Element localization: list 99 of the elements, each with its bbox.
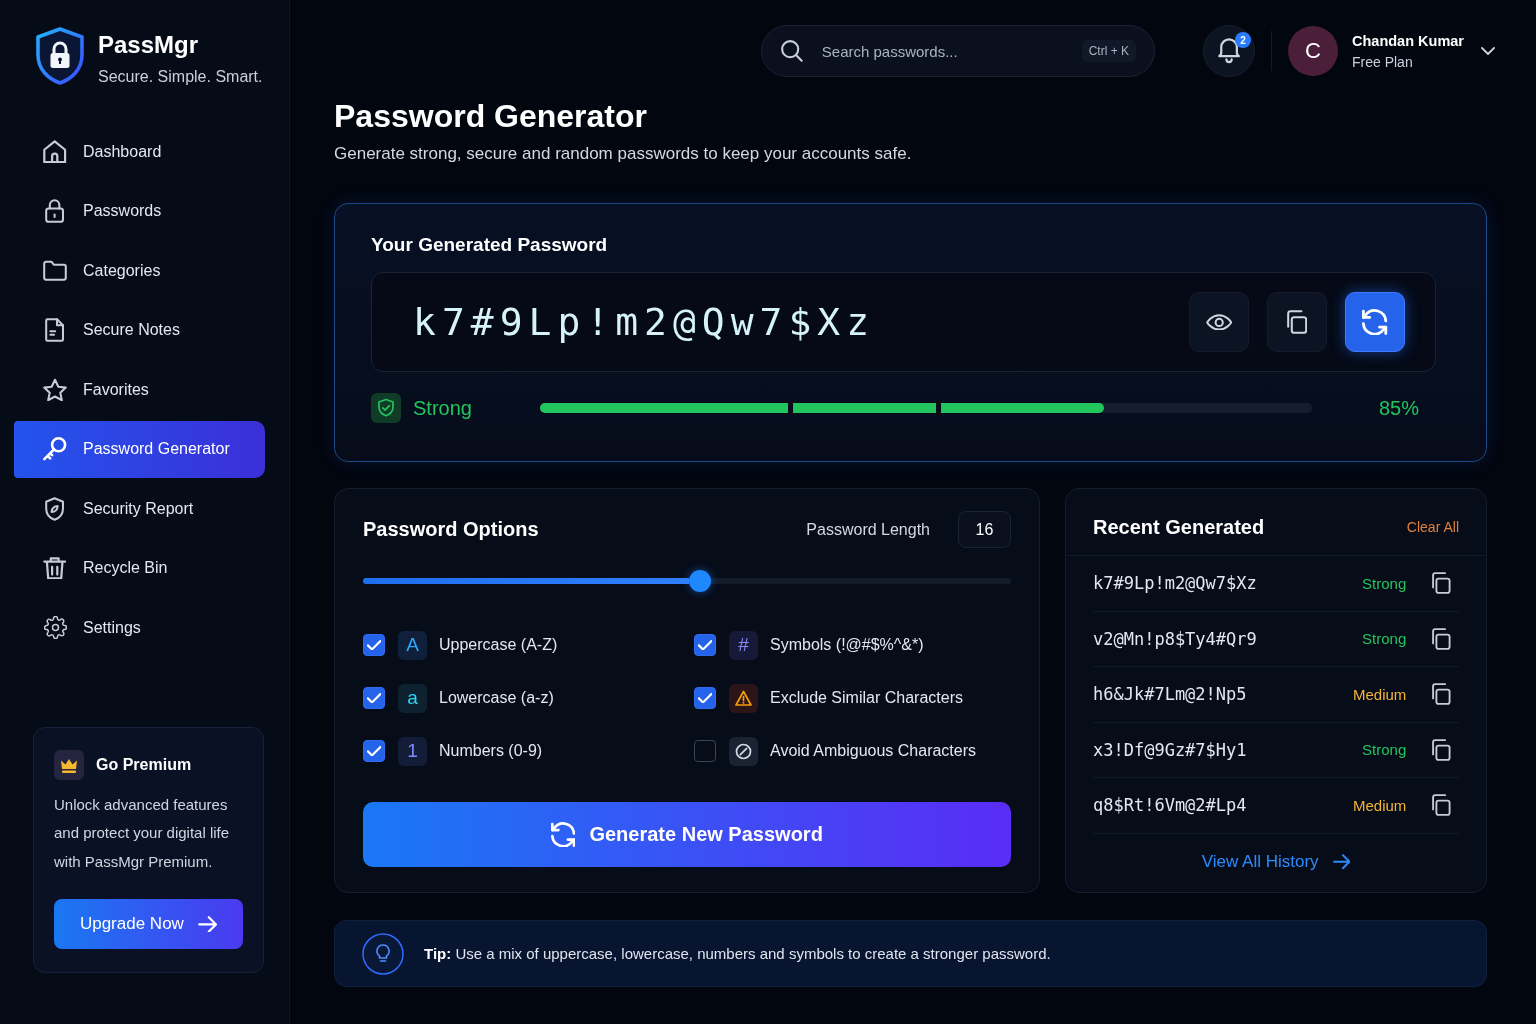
user-name: Chandan Kumar [1352,32,1464,49]
password-text: h6&Jk#7Lm@2!Np5 [1093,684,1248,705]
shield-lock-icon [35,27,85,85]
length-label: Password Length [806,520,930,539]
option-label: Lowercase (a-z) [439,689,554,707]
app-tagline: Secure. Simple. Smart. [98,67,263,87]
option-label: Avoid Ambiguous Characters [770,742,977,760]
nav-item[interactable]: Security Report [14,480,265,537]
option-glyph: A [398,630,427,660]
nav-item[interactable]: Dashboard [14,123,265,180]
shortcut-hint: Ctrl + K [1081,40,1136,62]
view-history-link[interactable]: View All History [1201,851,1351,872]
checkbox[interactable] [363,740,385,762]
premium-title: Go Premium [96,755,192,774]
document-icon [45,318,65,342]
copy-icon[interactable] [1432,683,1451,706]
nav-item[interactable]: Favorites [14,361,265,418]
arrow-right-icon [1332,853,1351,870]
arrow-right-icon [197,915,218,933]
checkbox[interactable] [694,687,716,709]
settings-icon [43,616,67,639]
nav-item[interactable]: Categories [14,242,265,299]
nav-item[interactable]: Recycle Bin [14,539,265,597]
strength-label: Strong [1362,574,1407,592]
checkbox[interactable] [694,740,716,762]
option-glyph: a [398,683,427,713]
check-icon [697,692,713,704]
strength-label: Medium [1352,685,1407,703]
check-icon [697,639,713,651]
option-label: Uppercase (A-Z) [439,636,558,654]
check-icon [366,692,382,704]
option-label: Symbols (!@#$%^&*) [770,636,924,654]
lightbulb-icon [362,932,404,975]
checkbox[interactable] [363,687,385,709]
show-password-button[interactable] [1189,292,1249,352]
option-label: Numbers (0-9) [439,742,543,760]
home-icon [43,139,67,164]
password-text: v2@Mn!p8$Ty4#Qr9 [1093,628,1258,649]
page-subtitle: Generate strong, secure and random passwords to keep your accounts safe. [334,143,913,165]
search-input[interactable]: Search passwords... [821,40,1063,62]
copy-icon[interactable] [1432,572,1451,595]
eye-icon [1205,313,1233,331]
password-text: k7#9Lp!m2@Qw7$Xz [413,300,876,344]
shield-icon [45,496,65,521]
option-glyph: # [729,630,758,660]
check-icon [366,745,382,757]
generate-button[interactable]: Generate New Password [363,802,1011,867]
checkbox[interactable] [694,634,716,656]
search-field[interactable]: Search passwords... Ctrl + K [761,25,1155,77]
bell-icon [1217,38,1241,64]
folder-icon [43,259,67,282]
notification-button[interactable]: 2 [1203,25,1255,77]
strength-percent: 85% [1378,396,1419,420]
crown-icon [54,749,84,780]
nav-item[interactable]: Settings [14,599,265,656]
chevron-down-icon[interactable] [1481,47,1495,55]
refresh-icon [551,821,576,848]
tip-text: Tip: Use a mix of uppercase, lowercase, numbers and symbols to create a stronger password. [424,945,1051,962]
refresh-icon [1362,308,1388,336]
nav-item[interactable]: Passwords [14,182,265,240]
upgrade-button[interactable]: Upgrade Now [54,899,243,949]
option-label: Exclude Similar Characters [770,689,963,707]
shield-check-icon [371,393,401,423]
checkbox[interactable] [363,634,385,656]
copy-icon[interactable] [1432,627,1451,650]
trash-icon [43,556,67,580]
password-text: q8$Rt!6Vm@2#Lp4 [1093,795,1248,816]
length-field[interactable]: 16 [958,511,1011,548]
slider-thumb[interactable] [688,570,711,592]
search-icon [781,40,803,62]
section-title: Password Options [363,518,539,541]
key-icon [43,437,67,461]
clear-all-link[interactable]: Clear All [1406,519,1459,535]
lock-icon [45,199,65,223]
notification-count: 2 [1235,32,1251,48]
page-title: Password Generator [334,97,648,136]
password-text: x3!Df@9Gz#7$Hy1 [1093,739,1248,760]
warning-icon [729,683,758,713]
check-icon [366,639,382,651]
copy-icon[interactable] [1432,738,1451,761]
strength-label: Strong [1362,741,1407,759]
user-avatar[interactable]: C [1288,26,1338,76]
strength-label: Medium [1352,796,1407,814]
section-title: Recent Generated [1093,515,1265,540]
star-icon [43,377,67,402]
regenerate-button[interactable] [1345,292,1405,352]
strength-label: Strong [1362,630,1407,648]
password-text: k7#9Lp!m2@Qw7$Xz [1093,573,1258,594]
nav-item[interactable]: Secure Notes [14,301,265,359]
copy-icon [1286,310,1308,334]
copy-button[interactable] [1267,292,1327,352]
section-title: Your Generated Password [371,233,608,257]
premium-text: Unlock advanced features and protect your digital life with PassMgr Premium. [54,794,231,872]
app-name: PassMgr [98,30,200,60]
nav-item[interactable]: Password Generator [14,420,265,478]
strength-label: Strong [413,396,473,420]
copy-icon[interactable] [1432,794,1451,817]
option-glyph: 1 [398,736,427,766]
user-plan: Free Plan [1352,53,1414,70]
